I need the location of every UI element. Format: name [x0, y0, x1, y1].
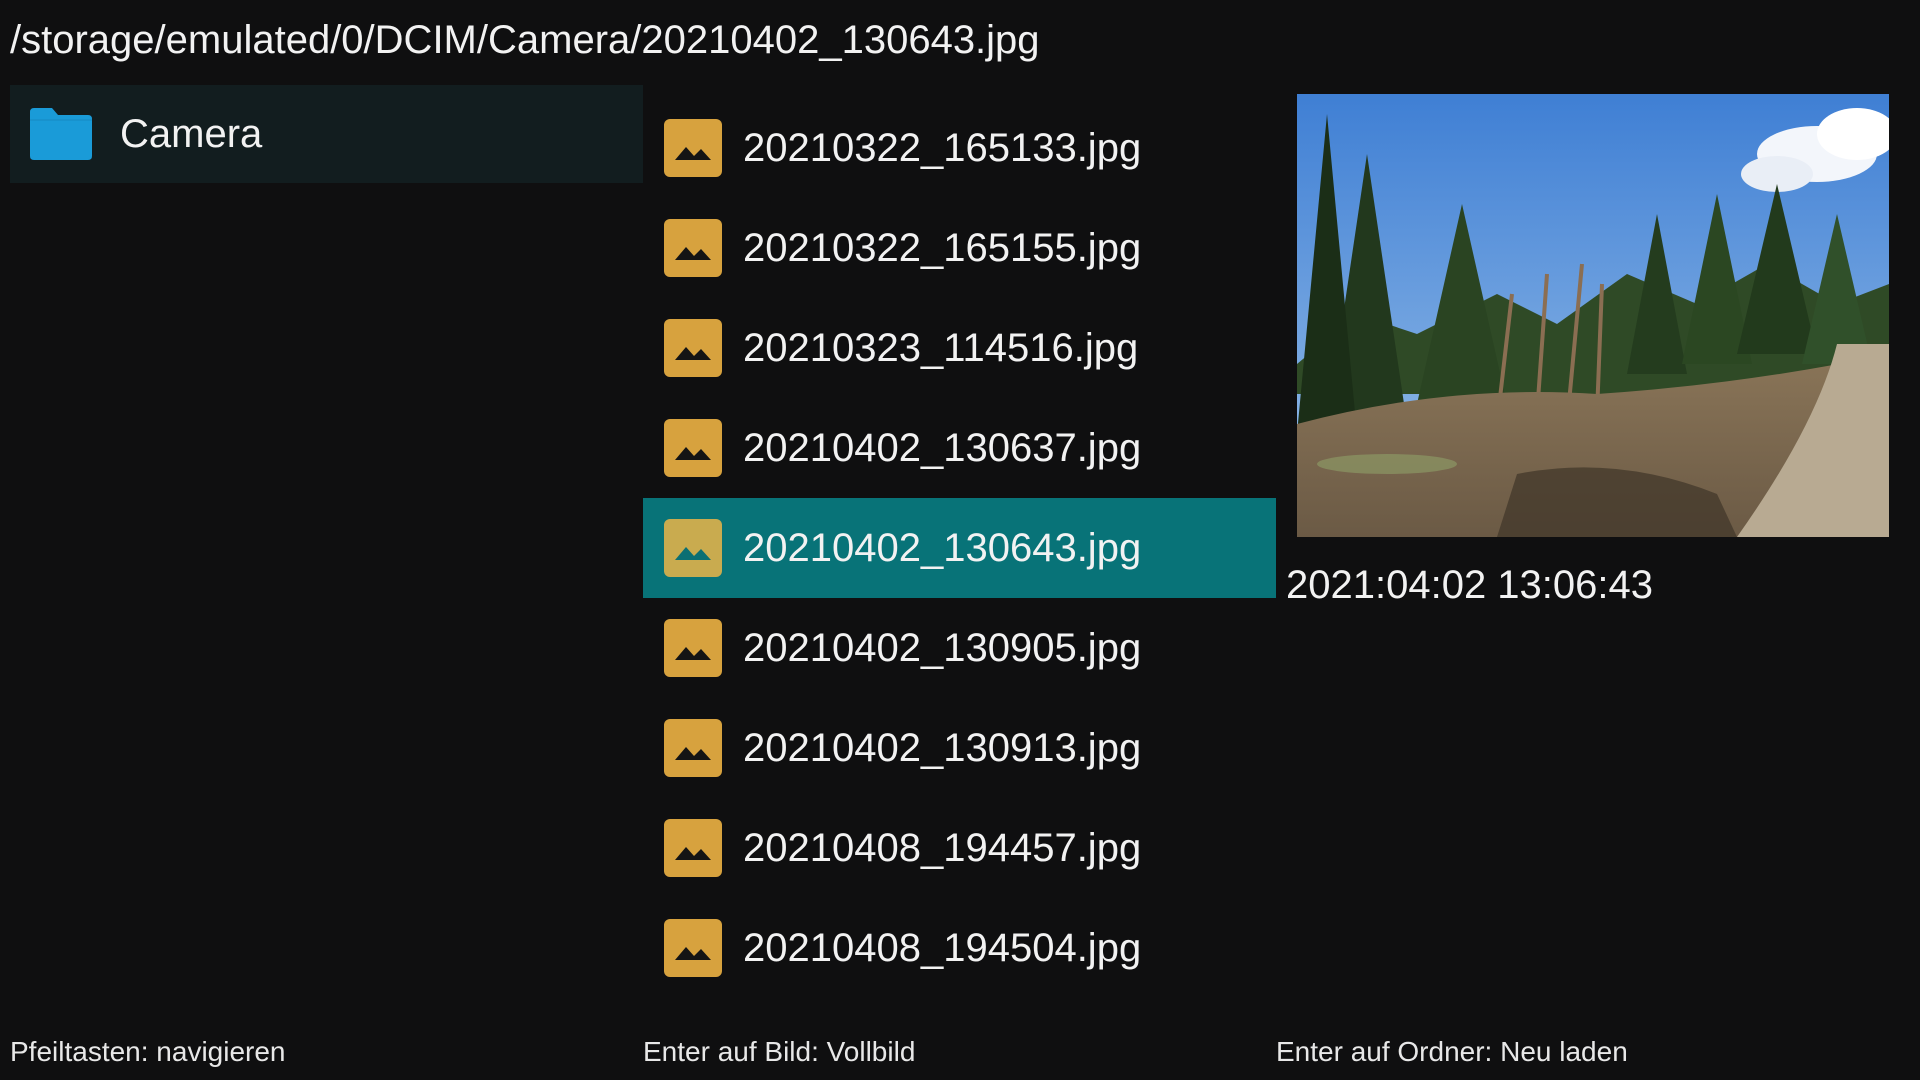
image-icon — [663, 418, 723, 478]
image-icon — [663, 818, 723, 878]
file-label: 20210322_165133.jpg — [743, 125, 1142, 170]
image-icon — [663, 118, 723, 178]
file-label: 20210408_194457.jpg — [743, 825, 1142, 870]
hint-folder: Enter auf Ordner: Neu laden — [1276, 1036, 1628, 1067]
file-item-selected[interactable]: 20210402_130643.jpg — [643, 498, 1276, 598]
file-label: 20210402_130643.jpg — [743, 525, 1142, 570]
file-item[interactable]: 20210323_114516.jpg — [643, 298, 1276, 398]
image-icon — [663, 318, 723, 378]
folder-item-camera[interactable]: Camera — [10, 85, 643, 183]
file-item[interactable]: 20210408_194504.jpg — [643, 898, 1276, 998]
footer-hints: Pfeiltasten: navigieren Enter auf Bild: … — [0, 1036, 1920, 1070]
file-label: 20210402_130905.jpg — [743, 625, 1142, 670]
folder-label: Camera — [120, 111, 263, 156]
file-item[interactable]: 20210402_130637.jpg — [643, 398, 1276, 498]
file-item[interactable]: 20210322_165155.jpg — [643, 198, 1276, 298]
file-label: 20210322_165155.jpg — [743, 225, 1142, 270]
hint-navigate: Pfeiltasten: navigieren — [10, 1036, 286, 1067]
image-icon — [663, 918, 723, 978]
image-icon — [663, 618, 723, 678]
image-icon — [663, 518, 723, 578]
preview-image — [1297, 94, 1889, 537]
file-label: 20210402_130637.jpg — [743, 425, 1142, 470]
file-item[interactable]: 20210322_165133.jpg — [643, 98, 1276, 198]
preview-pane: 2021:04:02 13:06:43 — [1286, 94, 1906, 608]
folder-pane: Camera — [10, 85, 643, 183]
file-item[interactable]: 20210402_130913.jpg — [643, 698, 1276, 798]
current-path: /storage/emulated/0/DCIM/Camera/20210402… — [10, 18, 1040, 62]
file-label: 20210323_114516.jpg — [743, 325, 1139, 370]
hint-image: Enter auf Bild: Vollbild — [643, 1036, 916, 1067]
image-icon — [663, 718, 723, 778]
image-icon — [663, 218, 723, 278]
preview-date: 2021:04:02 13:06:43 — [1286, 563, 1654, 607]
file-label: 20210402_130913.jpg — [743, 725, 1142, 770]
folder-icon — [26, 106, 94, 162]
file-item[interactable]: 20210402_130905.jpg — [643, 598, 1276, 698]
file-item[interactable]: 20210408_194457.jpg — [643, 798, 1276, 898]
file-browser-app: /storage/emulated/0/DCIM/Camera/20210402… — [0, 0, 1920, 1080]
file-list: 20210322_165133.jpg 20210322_165155.jpg … — [643, 98, 1276, 998]
file-label: 20210408_194504.jpg — [743, 925, 1142, 970]
